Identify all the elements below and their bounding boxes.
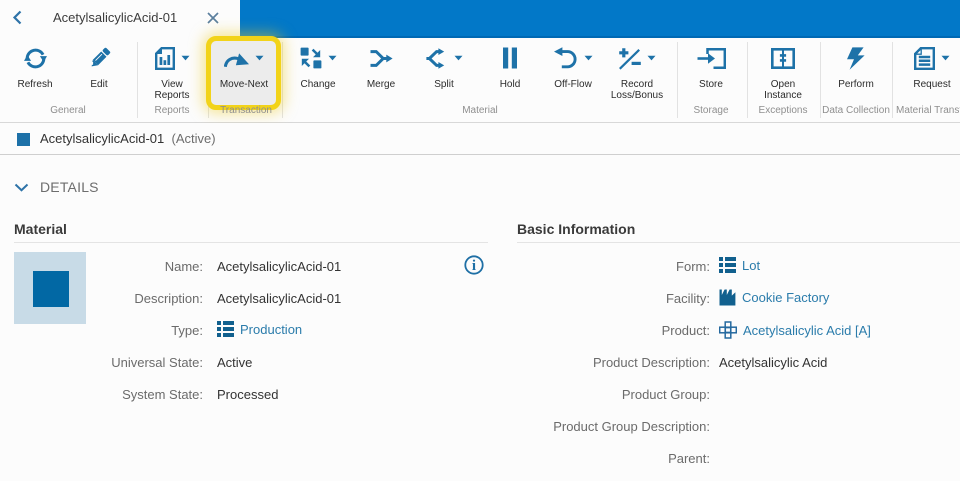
svg-text:i: i (472, 258, 476, 274)
